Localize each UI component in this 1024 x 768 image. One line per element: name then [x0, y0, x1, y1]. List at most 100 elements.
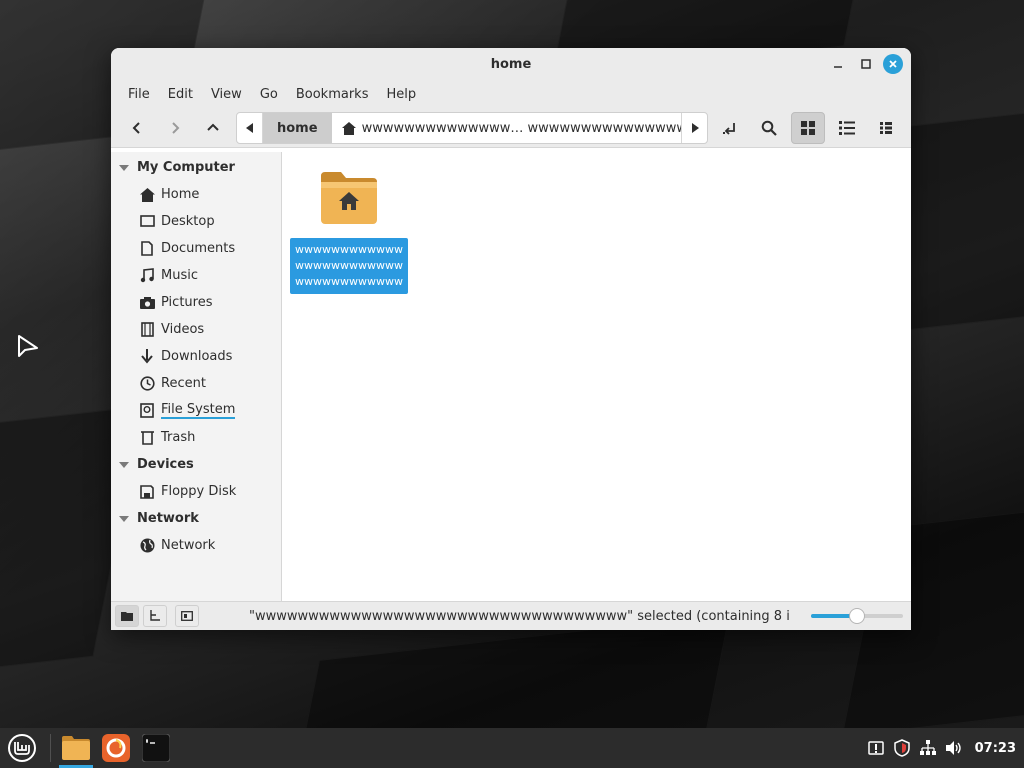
- sidebar-item-label: Music: [161, 268, 198, 283]
- file-item[interactable]: wwwwwwwwwwwwwwwwwwwwwwwwwwwwwwwwwwww: [290, 170, 408, 294]
- sidebar-item-label: Downloads: [161, 349, 233, 364]
- sidebar-item-desktop[interactable]: Desktop: [111, 208, 281, 235]
- location-entry-icon: [723, 123, 735, 135]
- sidebar-item-label: Trash: [161, 430, 196, 445]
- back-button[interactable]: [121, 112, 153, 144]
- list-icon: [839, 121, 855, 135]
- maximize-button[interactable]: [855, 54, 877, 74]
- taskbar: 07:23: [0, 728, 1024, 768]
- sidebar-section-devices[interactable]: Devices: [111, 451, 281, 478]
- sidebar-item-label: Videos: [161, 322, 205, 337]
- minimize-button[interactable]: [827, 54, 849, 74]
- breadcrumb-current[interactable]: wwwwwwwwwwwwww… wwwwwwwwwwwwwww: [332, 121, 681, 136]
- sidebar-section-title: Network: [137, 511, 199, 526]
- sidebar-item-downloads[interactable]: Downloads: [111, 343, 281, 370]
- compact-view-icon: [880, 122, 892, 134]
- zoom-slider-handle[interactable]: [849, 608, 865, 624]
- hide-sidebar-button[interactable]: [175, 605, 199, 627]
- toggle-location-button[interactable]: [713, 112, 747, 144]
- sidebar-item-music[interactable]: Music: [111, 262, 281, 289]
- path-scroll-right-button[interactable]: [681, 113, 707, 143]
- desktop-icon: [139, 215, 155, 227]
- compact-view-button[interactable]: [869, 112, 903, 144]
- mint-logo-icon: [8, 734, 36, 762]
- chevron-down-icon: [119, 515, 129, 522]
- taskbar-terminal[interactable]: [137, 728, 175, 768]
- icon-view-button[interactable]: [791, 112, 825, 144]
- close-icon: [889, 60, 897, 68]
- grid-icon: [801, 121, 815, 135]
- clock[interactable]: 07:23: [975, 741, 1016, 756]
- shield-icon: [893, 739, 910, 757]
- home-icon: [341, 121, 356, 135]
- sidebar-section-network[interactable]: Network: [111, 505, 281, 532]
- sidebar-item-videos[interactable]: Videos: [111, 316, 281, 343]
- folder-icon: [62, 736, 90, 760]
- chevron-up-icon: [207, 123, 219, 131]
- network-status-button[interactable]: [919, 739, 937, 757]
- shield-button[interactable]: [893, 739, 911, 757]
- list-view-button[interactable]: [830, 112, 864, 144]
- volume-button[interactable]: [945, 739, 963, 757]
- folder-icon: [121, 612, 133, 621]
- menu-go[interactable]: Go: [251, 87, 287, 102]
- sidebar-item-label: Documents: [161, 241, 236, 256]
- forward-button[interactable]: [159, 112, 191, 144]
- show-places-button[interactable]: [115, 605, 139, 627]
- menu-edit[interactable]: Edit: [159, 87, 202, 102]
- menu-bookmarks[interactable]: Bookmarks: [287, 87, 378, 102]
- sidebar-item-documents[interactable]: Documents: [111, 235, 281, 262]
- home-icon: [139, 187, 155, 202]
- sidebar-item-pictures[interactable]: Pictures: [111, 289, 281, 316]
- camera-icon: [139, 297, 155, 309]
- status-text: "wwwwwwwwwwwwwwwwwwwwwwwwwwwwwwwwwww" se…: [249, 608, 789, 624]
- content-area: My Computer Home Desktop Documents Music…: [111, 152, 911, 601]
- sidebar-item-network[interactable]: Network: [111, 532, 281, 559]
- toolbar: home wwwwwwwwwwwwww… wwwwwwwwwwwwwww: [111, 108, 911, 148]
- tree-icon: [150, 610, 160, 621]
- firefox-icon: [102, 734, 130, 762]
- network-icon: [919, 740, 936, 755]
- home-folder-icon: [321, 172, 377, 224]
- trash-icon: [140, 431, 154, 445]
- sidebar-item-home[interactable]: Home: [111, 181, 281, 208]
- close-button[interactable]: [883, 54, 903, 74]
- menu-file[interactable]: File: [119, 87, 159, 102]
- update-manager-button[interactable]: [867, 739, 885, 757]
- drive-icon: [140, 403, 154, 418]
- search-button[interactable]: [752, 112, 786, 144]
- chevron-down-icon: [119, 461, 129, 468]
- sidebar: My Computer Home Desktop Documents Music…: [111, 152, 282, 601]
- download-icon: [141, 349, 153, 364]
- title-bar[interactable]: home: [111, 48, 911, 80]
- zoom-slider[interactable]: [811, 608, 903, 624]
- start-menu-button[interactable]: [0, 728, 44, 768]
- volume-icon: [945, 741, 961, 755]
- taskbar-firefox[interactable]: [97, 728, 135, 768]
- triangle-left-icon: [245, 123, 253, 133]
- film-icon: [140, 322, 154, 337]
- mouse-pointer-icon: [18, 335, 38, 357]
- up-button[interactable]: [197, 112, 229, 144]
- sidebar-item-label: Home: [161, 187, 200, 202]
- sidebar-item-recent[interactable]: Recent: [111, 370, 281, 397]
- show-tree-button[interactable]: [143, 605, 167, 627]
- sidebar-item-label: Floppy Disk: [161, 484, 237, 499]
- menu-view[interactable]: View: [202, 87, 251, 102]
- file-view[interactable]: wwwwwwwwwwwwwwwwwwwwwwwwwwwwwwwwwwww: [282, 152, 911, 601]
- file-name-label: wwwwwwwwwwwwwwwwwwwwwwwwwwwwwwwwwwww: [290, 238, 408, 294]
- status-bar: "wwwwwwwwwwwwwwwwwwwwwwwwwwwwwwwwwww" se…: [111, 601, 911, 630]
- sidebar-section-my-computer[interactable]: My Computer: [111, 154, 281, 181]
- sidebar-item-floppy-disk[interactable]: Floppy Disk: [111, 478, 281, 505]
- taskbar-file-manager[interactable]: [57, 728, 95, 768]
- music-icon: [140, 268, 154, 283]
- path-scroll-left-button[interactable]: [237, 113, 263, 143]
- menu-help[interactable]: Help: [377, 87, 425, 102]
- breadcrumb-home[interactable]: home: [263, 113, 332, 143]
- sidebar-item-file-system[interactable]: File System: [111, 397, 281, 424]
- triangle-right-icon: [691, 123, 699, 133]
- search-icon: [761, 120, 777, 136]
- sidebar-item-trash[interactable]: Trash: [111, 424, 281, 451]
- breadcrumb-current-label: wwwwwwwwwwwwww… wwwwwwwwwwwwwww: [361, 120, 681, 136]
- globe-icon: [140, 538, 154, 553]
